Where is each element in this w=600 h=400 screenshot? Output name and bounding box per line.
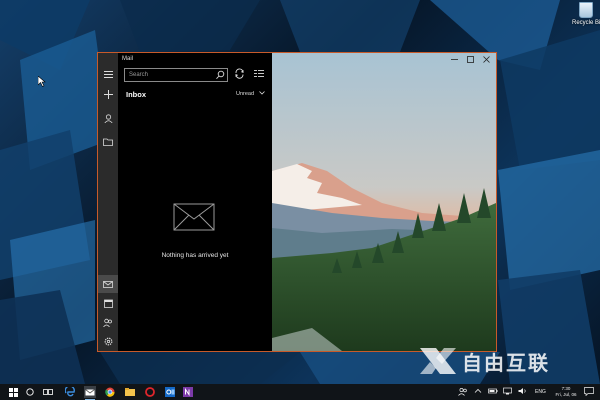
watermark-text: 自由互联 — [462, 350, 550, 375]
calendar-icon[interactable] — [98, 294, 118, 312]
sync-icon[interactable] — [234, 68, 245, 79]
battery-icon[interactable] — [488, 387, 498, 397]
folders-icon[interactable] — [98, 133, 118, 151]
selection-mode-icon[interactable] — [254, 69, 264, 78]
maximize-icon — [466, 56, 474, 63]
message-list-pane: Mail Search Inbox Unread Nothing has arr… — [118, 53, 272, 351]
people-icon[interactable] — [98, 313, 118, 331]
taskbar: ENG 7:30 Fri, Jul, 06 — [0, 384, 600, 400]
folder-title: Inbox — [126, 90, 146, 99]
mail-icon[interactable] — [98, 275, 118, 293]
empty-state-message: Nothing has arrived yet — [161, 252, 229, 259]
chevron-up-icon[interactable] — [474, 387, 482, 397]
clock-date: Fri, Jul, 06 — [555, 392, 577, 397]
reading-pane-background — [272, 53, 496, 351]
task-view-icon[interactable] — [42, 386, 54, 398]
chrome-icon[interactable] — [104, 386, 116, 398]
start-icon[interactable] — [7, 386, 19, 398]
hamburger-menu-icon[interactable] — [98, 65, 118, 83]
chevron-down-icon — [258, 91, 265, 95]
minimize-button[interactable] — [446, 54, 462, 65]
language-indicator[interactable]: ENG — [535, 389, 546, 395]
file-explorer-icon[interactable] — [124, 386, 136, 398]
watermark: 自由互联 — [418, 344, 550, 378]
close-button[interactable] — [478, 54, 494, 65]
recycle-bin-icon — [579, 2, 593, 18]
network-icon[interactable] — [503, 387, 513, 397]
notifications-icon[interactable] — [584, 387, 594, 398]
people-tray-icon[interactable] — [458, 387, 468, 398]
opera-icon[interactable] — [144, 386, 156, 398]
filter-label: Unread — [236, 91, 255, 97]
onenote-icon[interactable] — [182, 386, 194, 398]
minimize-icon — [450, 59, 458, 60]
close-icon — [482, 56, 490, 63]
outlook-icon[interactable] — [164, 386, 176, 398]
edge-icon[interactable] — [64, 386, 76, 398]
filter-dropdown[interactable]: Unread — [236, 91, 265, 97]
window-controls — [446, 54, 494, 65]
mountain-landscape-image — [272, 53, 496, 351]
empty-inbox-envelope-icon — [173, 203, 215, 231]
cortana-icon[interactable] — [24, 386, 36, 398]
search-icon[interactable] — [215, 70, 225, 80]
navigation-rail — [98, 53, 118, 351]
settings-icon[interactable] — [98, 332, 118, 350]
taskbar-mail-icon[interactable] — [84, 386, 96, 400]
search-placeholder: Search — [129, 72, 149, 78]
search-input[interactable]: Search — [124, 68, 228, 82]
mail-window: Mail Search Inbox Unread Nothing has arr… — [97, 52, 497, 352]
system-clock[interactable]: 7:30 Fri, Jul, 06 — [553, 386, 579, 398]
mouse-cursor-icon — [38, 76, 46, 87]
app-title: Mail — [122, 56, 134, 62]
volume-icon[interactable] — [518, 387, 528, 397]
recycle-bin[interactable]: Recycle Bin — [572, 2, 600, 26]
maximize-button[interactable] — [462, 54, 478, 65]
accounts-icon[interactable] — [98, 109, 118, 127]
recycle-bin-label: Recycle Bin — [572, 20, 600, 26]
watermark-logo-icon — [420, 348, 456, 374]
new-mail-icon[interactable] — [98, 85, 118, 103]
